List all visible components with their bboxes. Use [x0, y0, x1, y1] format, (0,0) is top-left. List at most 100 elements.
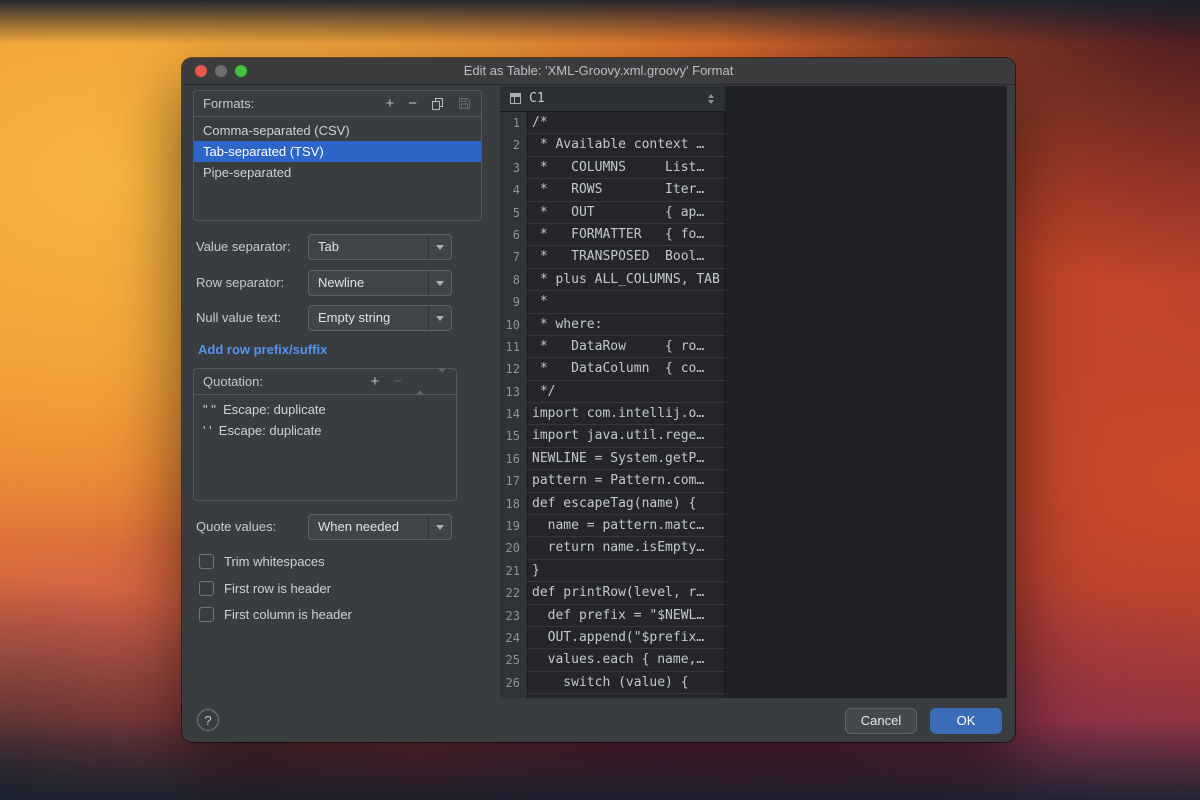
- code-row[interactable]: 4 * ROWS Iter…: [500, 179, 725, 201]
- move-up-icon[interactable]: [416, 374, 424, 389]
- code-line[interactable]: * DataRow { ro…: [527, 336, 725, 358]
- code-row[interactable]: 6 * FORMATTER { fo…: [500, 224, 725, 246]
- checkbox-row-first-row-header[interactable]: First row is header: [199, 579, 331, 597]
- code-line[interactable]: NEWLINE = System.getP…: [527, 448, 725, 470]
- code-line[interactable]: * Available context …: [527, 134, 725, 156]
- code-line[interactable]: pattern = Pattern.com…: [527, 470, 725, 492]
- checkbox-label: First row is header: [224, 581, 331, 596]
- code-line[interactable]: * FORMATTER { fo…: [527, 224, 725, 246]
- line-number: 9: [500, 291, 527, 313]
- code-row[interactable]: 25 values.each { name,…: [500, 649, 725, 671]
- quotation-list: " " Escape: duplicate ' ' Escape: duplic…: [194, 395, 456, 441]
- code-line[interactable]: name = pattern.matc…: [527, 515, 725, 537]
- code-line[interactable]: def printRow(level, r…: [527, 582, 725, 604]
- code-line[interactable]: }: [527, 560, 725, 582]
- add-row-prefix-suffix-link[interactable]: Add row prefix/suffix: [198, 342, 327, 357]
- code-row[interactable]: 18def escapeTag(name) {: [500, 493, 725, 515]
- line-number: 26: [500, 672, 527, 694]
- dropdown-arrow-icon: [428, 515, 451, 539]
- checkbox-trim-whitespaces[interactable]: [199, 554, 214, 569]
- code-line[interactable]: switch (value) {: [527, 672, 725, 694]
- code-row[interactable]: 22def printRow(level, r…: [500, 582, 725, 604]
- code-row[interactable]: 16NEWLINE = System.getP…: [500, 448, 725, 470]
- code-line[interactable]: */: [527, 381, 725, 403]
- code-line[interactable]: * ROWS Iter…: [527, 179, 725, 201]
- code-row[interactable]: 3 * COLUMNS List…: [500, 157, 725, 179]
- remove-quotation-button[interactable]: −: [393, 374, 402, 389]
- zoom-button[interactable]: [235, 65, 247, 77]
- minimize-button[interactable]: [215, 65, 227, 77]
- quotation-item[interactable]: ' ' Escape: duplicate: [194, 420, 456, 441]
- checkbox-first-row-is-header[interactable]: [199, 581, 214, 596]
- row-separator-combobox[interactable]: Newline: [308, 270, 452, 296]
- format-item-tsv[interactable]: Tab-separated (TSV): [194, 141, 481, 162]
- code-row[interactable]: 26 switch (value) {: [500, 672, 725, 694]
- code-row[interactable]: 20 return name.isEmpty…: [500, 537, 725, 559]
- code-line[interactable]: * plus ALL_COLUMNS, TAB: [527, 269, 725, 291]
- code-row[interactable]: 13 */: [500, 381, 725, 403]
- ok-button[interactable]: OK: [930, 708, 1002, 734]
- add-quotation-button[interactable]: +: [370, 374, 379, 389]
- format-item-csv[interactable]: Comma-separated (CSV): [194, 120, 481, 141]
- line-number: 10: [500, 314, 527, 336]
- code-row[interactable]: 7 * TRANSPOSED Bool…: [500, 246, 725, 268]
- code-line[interactable]: /*: [527, 112, 725, 134]
- add-format-button[interactable]: +: [385, 96, 394, 111]
- value-separator-value: Tab: [318, 235, 339, 259]
- code-line[interactable]: OUT.append("$prefix…: [527, 627, 725, 649]
- code-line[interactable]: def escapeTag(name) {: [527, 493, 725, 515]
- code-row[interactable]: 2 * Available context …: [500, 134, 725, 156]
- code-row[interactable]: 17pattern = Pattern.com…: [500, 470, 725, 492]
- duplicate-format-icon[interactable]: [431, 97, 444, 110]
- code-line[interactable]: * where:: [527, 314, 725, 336]
- code-row[interactable]: 10 * where:: [500, 314, 725, 336]
- code-line[interactable]: * DataColumn { co…: [527, 358, 725, 380]
- checkbox-first-column-is-header[interactable]: [199, 607, 214, 622]
- sort-icon: [708, 94, 714, 104]
- code-row[interactable]: 15import java.util.rege…: [500, 425, 725, 447]
- cancel-button[interactable]: Cancel: [845, 708, 917, 734]
- null-value-text-combobox[interactable]: Empty string: [308, 305, 452, 331]
- save-format-icon[interactable]: [458, 97, 471, 110]
- code-line[interactable]: values.each { name,…: [527, 649, 725, 671]
- checkbox-row-trim-whitespaces[interactable]: Trim whitespaces: [199, 552, 325, 570]
- code-line[interactable]: import com.intellij.o…: [527, 403, 725, 425]
- code-line[interactable]: * COLUMNS List…: [527, 157, 725, 179]
- code-row[interactable]: 11 * DataRow { ro…: [500, 336, 725, 358]
- line-number: 17: [500, 470, 527, 492]
- code-row[interactable]: 5 * OUT { ap…: [500, 202, 725, 224]
- formats-toolbar: Formats: + −: [194, 91, 481, 117]
- column-header-c1[interactable]: C1: [500, 86, 725, 112]
- code-row[interactable]: 12 * DataColumn { co…: [500, 358, 725, 380]
- checkbox-row-first-column-header[interactable]: First column is header: [199, 605, 352, 623]
- quote-values-value: When needed: [318, 515, 399, 539]
- code-line[interactable]: *: [527, 291, 725, 313]
- help-button[interactable]: ?: [197, 709, 219, 731]
- code-row[interactable]: 24 OUT.append("$prefix…: [500, 627, 725, 649]
- code-row[interactable]: 14import com.intellij.o…: [500, 403, 725, 425]
- code-row[interactable]: 23 def prefix = "$NEWL…: [500, 605, 725, 627]
- code-row[interactable]: 21}: [500, 560, 725, 582]
- format-item-pipe[interactable]: Pipe-separated: [194, 162, 481, 183]
- code-line[interactable]: import java.util.rege…: [527, 425, 725, 447]
- code-line[interactable]: return name.isEmpty…: [527, 537, 725, 559]
- code-row[interactable]: 1/*: [500, 112, 725, 134]
- code-row[interactable]: 8 * plus ALL_COLUMNS, TAB: [500, 269, 725, 291]
- code-line[interactable]: def prefix = "$NEWL…: [527, 605, 725, 627]
- move-down-icon[interactable]: [438, 374, 446, 389]
- code-table: C1 1/*2 * Available context …3 * COLUMNS…: [500, 86, 1007, 698]
- code-line[interactable]: * OUT { ap…: [527, 202, 725, 224]
- value-separator-combobox[interactable]: Tab: [308, 234, 452, 260]
- line-number: 12: [500, 358, 527, 380]
- close-button[interactable]: [195, 65, 207, 77]
- null-value-text-label: Null value text:: [196, 305, 281, 331]
- code-line[interactable]: * TRANSPOSED Bool…: [527, 246, 725, 268]
- code-row[interactable]: 9 *: [500, 291, 725, 313]
- row-separator-label: Row separator:: [196, 270, 284, 296]
- code-row[interactable]: 19 name = pattern.matc…: [500, 515, 725, 537]
- quotation-toolbar: Quotation: + −: [194, 369, 456, 395]
- remove-format-button[interactable]: −: [408, 96, 417, 111]
- line-number: 8: [500, 269, 527, 291]
- quotation-item[interactable]: " " Escape: duplicate: [194, 399, 456, 420]
- quote-values-combobox[interactable]: When needed: [308, 514, 452, 540]
